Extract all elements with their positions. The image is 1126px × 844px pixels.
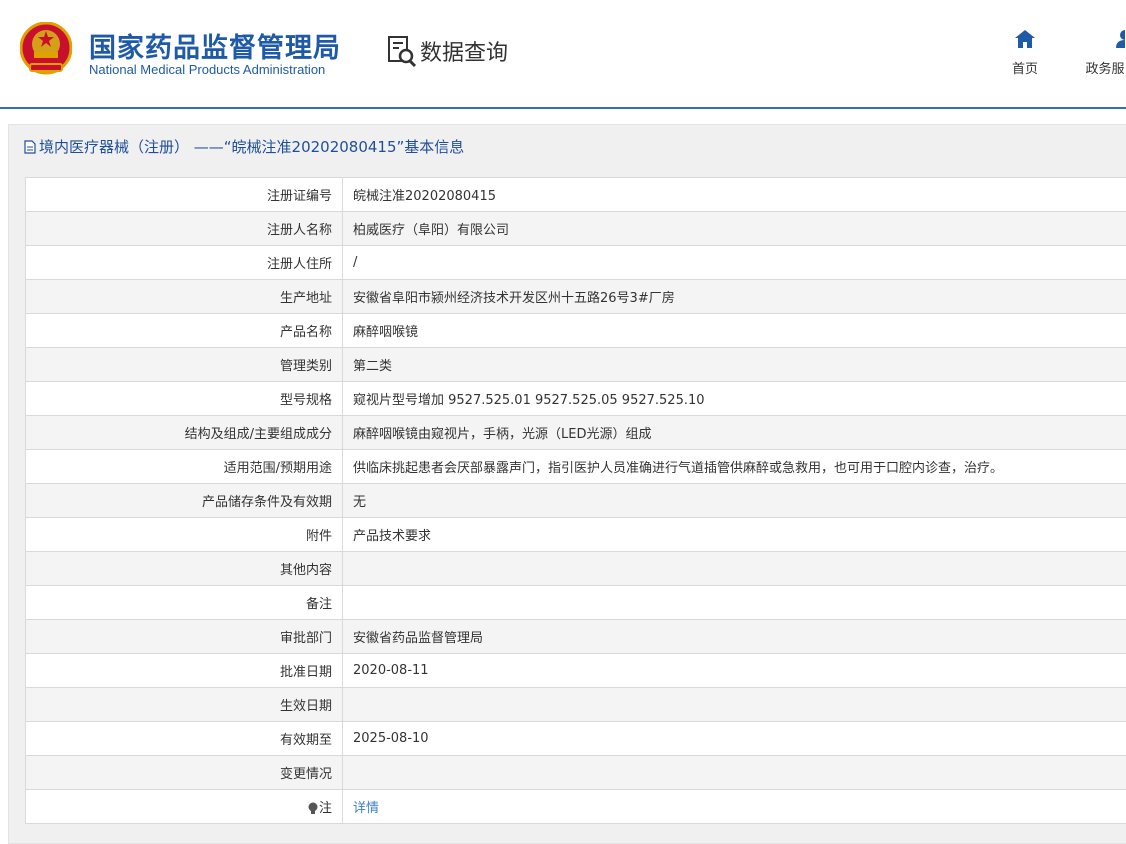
- details-link[interactable]: 详情: [353, 801, 379, 816]
- panel-title-text: 境内医疗器械（注册） ——“皖械注准20202080415”基本信息: [39, 136, 464, 157]
- table-row: 产品储存条件及有效期无: [26, 484, 1126, 518]
- field-value: [343, 552, 1126, 586]
- nav-home[interactable]: 首页: [1001, 30, 1049, 77]
- table-row: 结构及组成/主要组成成分麻醉咽喉镜由窥视片，手柄，光源（LED光源）组成: [26, 416, 1126, 450]
- field-label: 产品储存条件及有效期: [26, 484, 343, 518]
- document-search-icon: [386, 34, 418, 68]
- data-query-heading: 数据查询: [386, 34, 508, 68]
- field-label: 其他内容: [26, 552, 343, 586]
- field-label: 附件: [26, 518, 343, 552]
- user-icon: [1085, 30, 1125, 48]
- header-divider: [0, 107, 1126, 109]
- table-row-note: 注 详情: [26, 790, 1126, 824]
- field-value: [343, 688, 1126, 722]
- field-label: 管理类别: [26, 348, 343, 382]
- table-row: 生产地址安徽省阜阳市颍州经济技术开发区州十五路26号3#厂房: [26, 280, 1126, 314]
- table-row: 注册人住所/: [26, 246, 1126, 280]
- document-icon: [23, 140, 37, 154]
- lightbulb-icon: [308, 802, 318, 815]
- field-value: [343, 756, 1126, 790]
- panel-title: 境内医疗器械（注册） ——“皖械注准20202080415”基本信息: [23, 136, 464, 157]
- note-value-cell: 详情: [343, 790, 1126, 824]
- site-title-en: National Medical Products Administration: [89, 62, 325, 77]
- field-value: 供临床挑起患者会厌部暴露声门，指引医护人员准确进行气道插管供麻醉或急救用，也可用…: [343, 450, 1126, 484]
- nav-government-services[interactable]: 政务服: [1081, 30, 1126, 77]
- field-label: 有效期至: [26, 722, 343, 756]
- field-value: [343, 586, 1126, 620]
- field-value: /: [343, 246, 1126, 280]
- national-emblem-icon: [20, 22, 72, 76]
- field-label: 生产地址: [26, 280, 343, 314]
- field-value: 无: [343, 484, 1126, 518]
- field-label: 产品名称: [26, 314, 343, 348]
- field-label: 适用范围/预期用途: [26, 450, 343, 484]
- field-label: 审批部门: [26, 620, 343, 654]
- table-row: 适用范围/预期用途供临床挑起患者会厌部暴露声门，指引医护人员准确进行气道插管供麻…: [26, 450, 1126, 484]
- field-value: 2020-08-11: [343, 654, 1126, 688]
- field-value: 柏威医疗（阜阳）有限公司: [343, 212, 1126, 246]
- nav-government-services-label: 政务服: [1085, 62, 1124, 77]
- table-row: 型号规格窥视片型号增加 9527.525.01 9527.525.05 9527…: [26, 382, 1126, 416]
- field-label: 注册人名称: [26, 212, 343, 246]
- table-row: 变更情况: [26, 756, 1126, 790]
- site-header: 国家药品监督管理局 National Medical Products Admi…: [0, 0, 1126, 108]
- field-label: 变更情况: [26, 756, 343, 790]
- field-value: 窥视片型号增加 9527.525.01 9527.525.05 9527.525…: [343, 382, 1126, 416]
- field-value: 麻醉咽喉镜: [343, 314, 1126, 348]
- field-label: 批准日期: [26, 654, 343, 688]
- field-value: 安徽省药品监督管理局: [343, 620, 1126, 654]
- field-label: 注册人住所: [26, 246, 343, 280]
- field-label: 型号规格: [26, 382, 343, 416]
- detail-panel: 境内医疗器械（注册） ——“皖械注准20202080415”基本信息 注册证编号…: [8, 124, 1126, 844]
- field-value: 麻醉咽喉镜由窥视片，手柄，光源（LED光源）组成: [343, 416, 1126, 450]
- table-row: 注册人名称柏威医疗（阜阳）有限公司: [26, 212, 1126, 246]
- table-row: 备注: [26, 586, 1126, 620]
- site-title-cn: 国家药品监督管理局: [89, 26, 341, 65]
- table-row: 生效日期: [26, 688, 1126, 722]
- table-row: 管理类别第二类: [26, 348, 1126, 382]
- field-value: 安徽省阜阳市颍州经济技术开发区州十五路26号3#厂房: [343, 280, 1126, 314]
- table-row: 注册证编号皖械注准20202080415: [26, 178, 1126, 212]
- field-label: 结构及组成/主要组成成分: [26, 416, 343, 450]
- field-label: 注册证编号: [26, 178, 343, 212]
- data-query-label: 数据查询: [420, 35, 508, 67]
- field-label: 生效日期: [26, 688, 343, 722]
- table-row: 审批部门安徽省药品监督管理局: [26, 620, 1126, 654]
- table-row: 批准日期2020-08-11: [26, 654, 1126, 688]
- table-row: 产品名称麻醉咽喉镜: [26, 314, 1126, 348]
- field-value: 皖械注准20202080415: [343, 178, 1126, 212]
- registration-info-table: 注册证编号皖械注准20202080415注册人名称柏威医疗（阜阳）有限公司注册人…: [25, 177, 1126, 824]
- nav-home-label: 首页: [1012, 62, 1038, 77]
- note-label: 注: [319, 801, 332, 816]
- table-row: 其他内容: [26, 552, 1126, 586]
- note-label-cell: 注: [26, 790, 343, 824]
- home-icon: [1015, 30, 1035, 48]
- field-label: 备注: [26, 586, 343, 620]
- field-value: 2025-08-10: [343, 722, 1126, 756]
- field-value: 产品技术要求: [343, 518, 1126, 552]
- table-row: 有效期至2025-08-10: [26, 722, 1126, 756]
- table-row: 附件产品技术要求: [26, 518, 1126, 552]
- field-value: 第二类: [343, 348, 1126, 382]
